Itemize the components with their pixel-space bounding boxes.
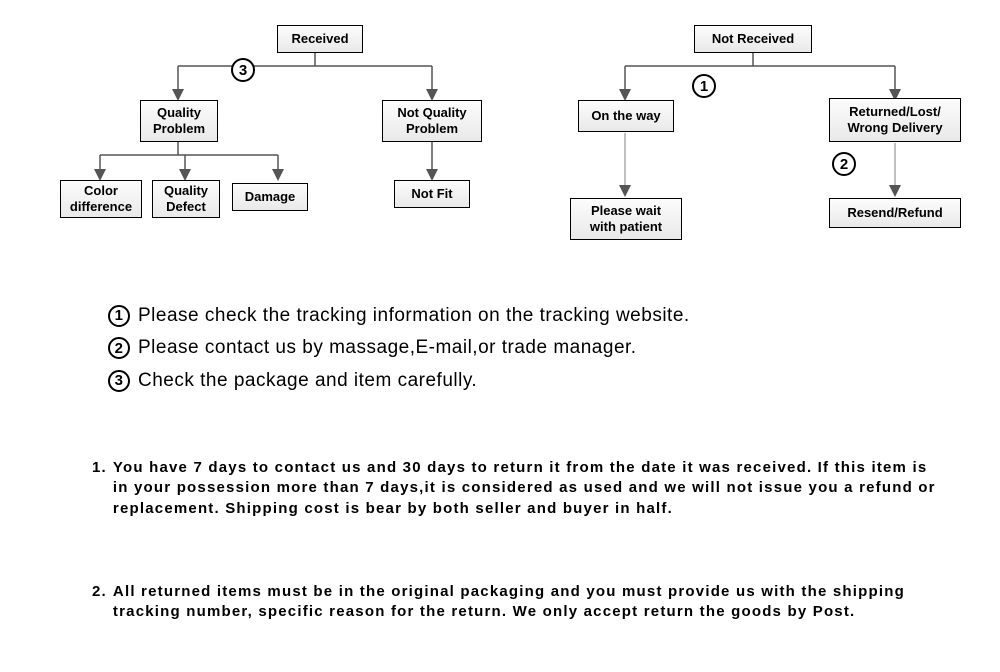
node-on-the-way: On the way — [578, 100, 674, 132]
badge-1: 1 — [692, 74, 716, 98]
node-quality-problem: Quality Problem — [140, 100, 218, 142]
instruction-row: 1 Please check the tracking information … — [108, 300, 690, 332]
instruction-number: 2 — [108, 337, 130, 359]
numbered-instructions: 1 Please check the tracking information … — [108, 300, 690, 397]
node-label: Not Quality Problem — [397, 105, 466, 136]
badge-2: 2 — [832, 152, 856, 176]
node-label: Color difference — [70, 183, 132, 214]
node-not-quality-problem: Not Quality Problem — [382, 100, 482, 142]
node-label: Quality Problem — [153, 105, 205, 136]
flowchart-area: Received Quality Problem Not Quality Pro… — [0, 0, 1000, 260]
node-label: Damage — [245, 189, 296, 205]
node-label: Please wait with patient — [590, 203, 662, 234]
node-label: Not Received — [712, 31, 794, 47]
policy-number: 1. — [92, 458, 107, 519]
instruction-text: Check the package and item carefully. — [138, 365, 477, 397]
policy-item-1: 1. You have 7 days to contact us and 30 … — [92, 458, 940, 519]
badge-number: 1 — [700, 78, 708, 95]
policy-text: You have 7 days to contact us and 30 day… — [113, 458, 940, 519]
node-color-difference: Color difference — [60, 180, 142, 218]
policy-number: 2. — [92, 582, 107, 623]
badge-number: 3 — [239, 62, 247, 79]
node-damage: Damage — [232, 183, 308, 211]
instruction-row: 2 Please contact us by massage,E-mail,or… — [108, 332, 690, 364]
policy-item-2: 2. All returned items must be in the ori… — [92, 582, 940, 623]
node-label: Resend/Refund — [847, 205, 942, 221]
node-label: On the way — [591, 108, 660, 124]
node-label: Quality Defect — [164, 183, 208, 214]
node-please-wait: Please wait with patient — [570, 198, 682, 240]
node-resend-refund: Resend/Refund — [829, 198, 961, 228]
policy-text: All returned items must be in the origin… — [113, 582, 940, 623]
badge-number: 2 — [840, 156, 848, 173]
node-received: Received — [277, 25, 363, 53]
node-label: Returned/Lost/ Wrong Delivery — [847, 104, 942, 135]
node-label: Received — [291, 31, 348, 47]
node-not-received: Not Received — [694, 25, 812, 53]
instruction-row: 3 Check the package and item carefully. — [108, 365, 690, 397]
instruction-number: 3 — [108, 370, 130, 392]
node-returned-lost: Returned/Lost/ Wrong Delivery — [829, 98, 961, 142]
node-quality-defect: Quality Defect — [152, 180, 220, 218]
instruction-text: Please check the tracking information on… — [138, 300, 690, 332]
badge-3: 3 — [231, 58, 255, 82]
instruction-text: Please contact us by massage,E-mail,or t… — [138, 332, 637, 364]
instruction-number: 1 — [108, 305, 130, 327]
node-label: Not Fit — [411, 186, 452, 202]
node-not-fit: Not Fit — [394, 180, 470, 208]
